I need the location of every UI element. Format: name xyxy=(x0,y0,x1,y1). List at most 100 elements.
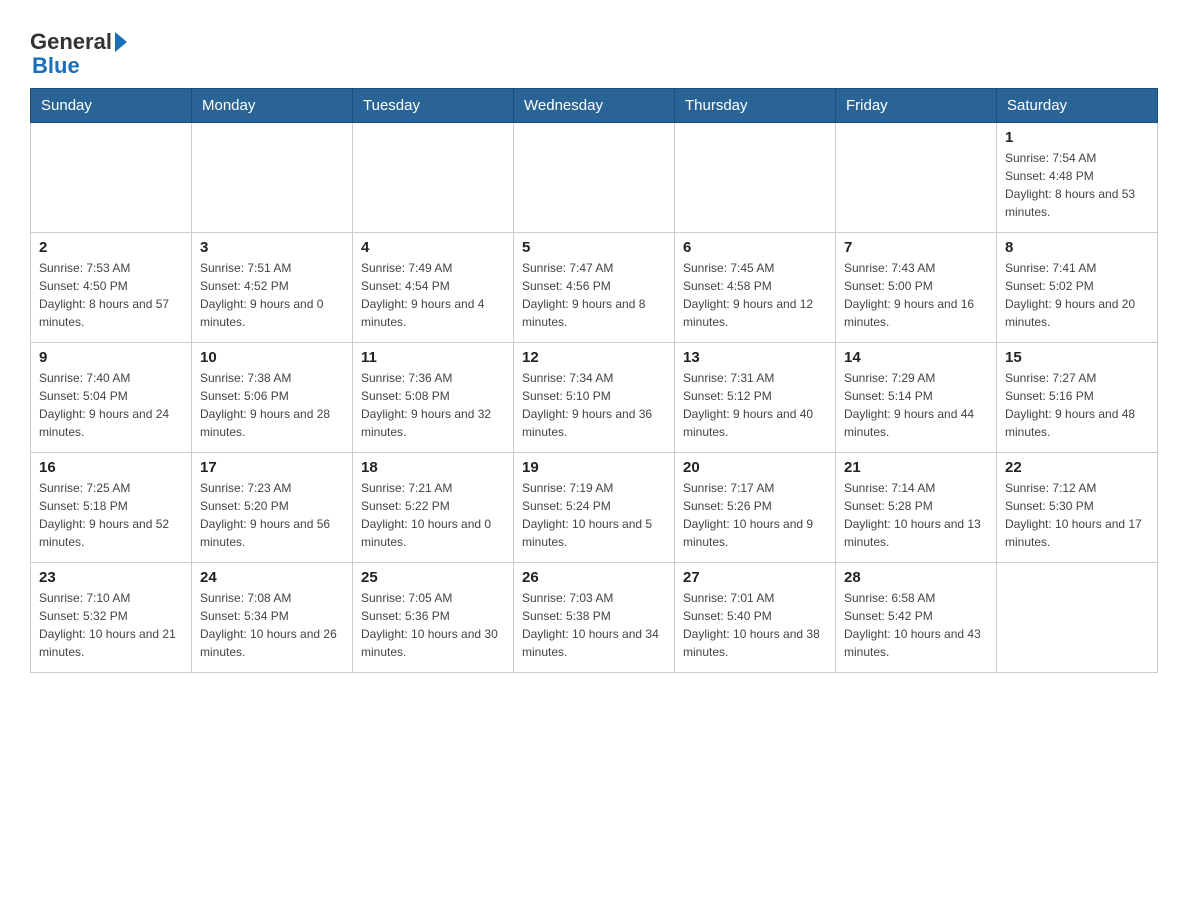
day-info: Sunrise: 7:54 AMSunset: 4:48 PMDaylight:… xyxy=(1005,149,1149,221)
calendar-week-2: 2 Sunrise: 7:53 AMSunset: 4:50 PMDaylight… xyxy=(31,233,1158,343)
weekday-header-friday: Friday xyxy=(836,89,997,123)
calendar-cell xyxy=(997,563,1158,673)
calendar-cell: 18Sunrise: 7:21 AMSunset: 5:22 PMDayligh… xyxy=(353,453,514,563)
calendar-cell: 10 Sunrise: 7:38 AMSunset: 5:06 PMDayligh… xyxy=(192,343,353,453)
calendar-week-1: 1 Sunrise: 7:54 AMSunset: 4:48 PMDaylight… xyxy=(31,123,1158,233)
day-info: Sunrise: 7:34 AMSunset: 5:10 PMDaylight:… xyxy=(522,369,666,441)
calendar-cell: 11 Sunrise: 7:36 AMSunset: 5:08 PMDayligh… xyxy=(353,343,514,453)
day-number: 4 xyxy=(361,239,505,256)
day-info: Sunrise: 7:45 AMSunset: 4:58 PMDaylight:… xyxy=(683,259,827,331)
day-info: Sunrise: 7:14 AMSunset: 5:28 PMDaylight:… xyxy=(844,479,988,551)
day-info: Sunrise: 7:27 AMSunset: 5:16 PMDaylight:… xyxy=(1005,369,1149,441)
calendar-cell: 19 Sunrise: 7:19 AMSunset: 5:24 PMDayligh… xyxy=(514,453,675,563)
day-info: Sunrise: 7:03 AMSunset: 5:38 PMDaylight:… xyxy=(522,589,666,661)
day-number: 22 xyxy=(1005,459,1149,476)
day-info: Sunrise: 6:58 AMSunset: 5:42 PMDaylight:… xyxy=(844,589,988,661)
day-number: 11 xyxy=(361,349,505,366)
weekday-header-row: SundayMondayTuesdayWednesdayThursdayFrid… xyxy=(31,89,1158,123)
day-number: 28 xyxy=(844,569,988,586)
weekday-header-sunday: Sunday xyxy=(31,89,192,123)
day-info: Sunrise: 7:25 AMSunset: 5:18 PMDaylight:… xyxy=(39,479,183,551)
weekday-header-thursday: Thursday xyxy=(675,89,836,123)
calendar-cell: 2 Sunrise: 7:53 AMSunset: 4:50 PMDaylight… xyxy=(31,233,192,343)
day-number: 19 xyxy=(522,459,666,476)
day-number: 12 xyxy=(522,349,666,366)
day-number: 13 xyxy=(683,349,827,366)
calendar-cell: 21Sunrise: 7:14 AMSunset: 5:28 PMDayligh… xyxy=(836,453,997,563)
calendar-body: 1 Sunrise: 7:54 AMSunset: 4:48 PMDaylight… xyxy=(31,123,1158,673)
day-info: Sunrise: 7:17 AMSunset: 5:26 PMDaylight:… xyxy=(683,479,827,551)
weekday-header-saturday: Saturday xyxy=(997,89,1158,123)
calendar-cell xyxy=(353,123,514,233)
calendar-header: SundayMondayTuesdayWednesdayThursdayFrid… xyxy=(31,89,1158,123)
day-info: Sunrise: 7:53 AMSunset: 4:50 PMDaylight:… xyxy=(39,259,183,331)
calendar-cell: 14 Sunrise: 7:29 AMSunset: 5:14 PMDayligh… xyxy=(836,343,997,453)
calendar-cell: 6 Sunrise: 7:45 AMSunset: 4:58 PMDaylight… xyxy=(675,233,836,343)
day-info: Sunrise: 7:36 AMSunset: 5:08 PMDaylight:… xyxy=(361,369,505,441)
day-info: Sunrise: 7:49 AMSunset: 4:54 PMDaylight:… xyxy=(361,259,505,331)
day-info: Sunrise: 7:01 AMSunset: 5:40 PMDaylight:… xyxy=(683,589,827,661)
day-number: 1 xyxy=(1005,129,1149,146)
calendar-week-5: 23 Sunrise: 7:10 AMSunset: 5:32 PMDayligh… xyxy=(31,563,1158,673)
calendar-cell: 9 Sunrise: 7:40 AMSunset: 5:04 PMDaylight… xyxy=(31,343,192,453)
day-info: Sunrise: 7:10 AMSunset: 5:32 PMDaylight:… xyxy=(39,589,183,661)
day-number: 2 xyxy=(39,239,183,256)
day-number: 23 xyxy=(39,569,183,586)
calendar-cell: 8 Sunrise: 7:41 AMSunset: 5:02 PMDaylight… xyxy=(997,233,1158,343)
day-info: Sunrise: 7:29 AMSunset: 5:14 PMDaylight:… xyxy=(844,369,988,441)
calendar-cell: 27 Sunrise: 7:01 AMSunset: 5:40 PMDayligh… xyxy=(675,563,836,673)
calendar-cell: 1 Sunrise: 7:54 AMSunset: 4:48 PMDaylight… xyxy=(997,123,1158,233)
logo: General Blue xyxy=(30,30,127,78)
calendar-cell: 15 Sunrise: 7:27 AMSunset: 5:16 PMDayligh… xyxy=(997,343,1158,453)
calendar-cell: 23 Sunrise: 7:10 AMSunset: 5:32 PMDayligh… xyxy=(31,563,192,673)
day-number: 27 xyxy=(683,569,827,586)
calendar-cell: 12 Sunrise: 7:34 AMSunset: 5:10 PMDayligh… xyxy=(514,343,675,453)
calendar-cell: 7 Sunrise: 7:43 AMSunset: 5:00 PMDaylight… xyxy=(836,233,997,343)
day-number: 25 xyxy=(361,569,505,586)
day-info: Sunrise: 7:31 AMSunset: 5:12 PMDaylight:… xyxy=(683,369,827,441)
day-number: 20 xyxy=(683,459,827,476)
day-info: Sunrise: 7:23 AMSunset: 5:20 PMDaylight:… xyxy=(200,479,344,551)
page-header: General Blue xyxy=(30,20,1158,78)
calendar-cell: 3Sunrise: 7:51 AMSunset: 4:52 PMDaylight… xyxy=(192,233,353,343)
day-number: 3 xyxy=(200,239,344,256)
calendar-cell: 22 Sunrise: 7:12 AMSunset: 5:30 PMDayligh… xyxy=(997,453,1158,563)
day-info: Sunrise: 7:41 AMSunset: 5:02 PMDaylight:… xyxy=(1005,259,1149,331)
day-info: Sunrise: 7:43 AMSunset: 5:00 PMDaylight:… xyxy=(844,259,988,331)
day-number: 16 xyxy=(39,459,183,476)
day-info: Sunrise: 7:19 AMSunset: 5:24 PMDaylight:… xyxy=(522,479,666,551)
calendar-week-4: 16 Sunrise: 7:25 AMSunset: 5:18 PMDayligh… xyxy=(31,453,1158,563)
day-info: Sunrise: 7:05 AMSunset: 5:36 PMDaylight:… xyxy=(361,589,505,661)
calendar-cell xyxy=(192,123,353,233)
weekday-header-monday: Monday xyxy=(192,89,353,123)
weekday-header-wednesday: Wednesday xyxy=(514,89,675,123)
day-number: 14 xyxy=(844,349,988,366)
calendar-cell xyxy=(514,123,675,233)
day-number: 24 xyxy=(200,569,344,586)
calendar-cell: 5Sunrise: 7:47 AMSunset: 4:56 PMDaylight… xyxy=(514,233,675,343)
calendar-cell xyxy=(31,123,192,233)
day-number: 17 xyxy=(200,459,344,476)
day-number: 8 xyxy=(1005,239,1149,256)
day-number: 7 xyxy=(844,239,988,256)
day-number: 5 xyxy=(522,239,666,256)
weekday-header-tuesday: Tuesday xyxy=(353,89,514,123)
calendar-cell: 25 Sunrise: 7:05 AMSunset: 5:36 PMDayligh… xyxy=(353,563,514,673)
day-number: 6 xyxy=(683,239,827,256)
day-number: 15 xyxy=(1005,349,1149,366)
day-number: 26 xyxy=(522,569,666,586)
calendar-cell: 13 Sunrise: 7:31 AMSunset: 5:12 PMDayligh… xyxy=(675,343,836,453)
calendar-week-3: 9 Sunrise: 7:40 AMSunset: 5:04 PMDaylight… xyxy=(31,343,1158,453)
calendar-cell xyxy=(675,123,836,233)
day-info: Sunrise: 7:12 AMSunset: 5:30 PMDaylight:… xyxy=(1005,479,1149,551)
calendar-cell: 24Sunrise: 7:08 AMSunset: 5:34 PMDayligh… xyxy=(192,563,353,673)
day-number: 9 xyxy=(39,349,183,366)
calendar-cell: 4 Sunrise: 7:49 AMSunset: 4:54 PMDaylight… xyxy=(353,233,514,343)
day-info: Sunrise: 7:38 AMSunset: 5:06 PMDaylight:… xyxy=(200,369,344,441)
calendar-cell: 16 Sunrise: 7:25 AMSunset: 5:18 PMDayligh… xyxy=(31,453,192,563)
day-number: 10 xyxy=(200,349,344,366)
day-info: Sunrise: 7:40 AMSunset: 5:04 PMDaylight:… xyxy=(39,369,183,441)
day-number: 18 xyxy=(361,459,505,476)
calendar-cell xyxy=(836,123,997,233)
calendar-cell: 20 Sunrise: 7:17 AMSunset: 5:26 PMDayligh… xyxy=(675,453,836,563)
